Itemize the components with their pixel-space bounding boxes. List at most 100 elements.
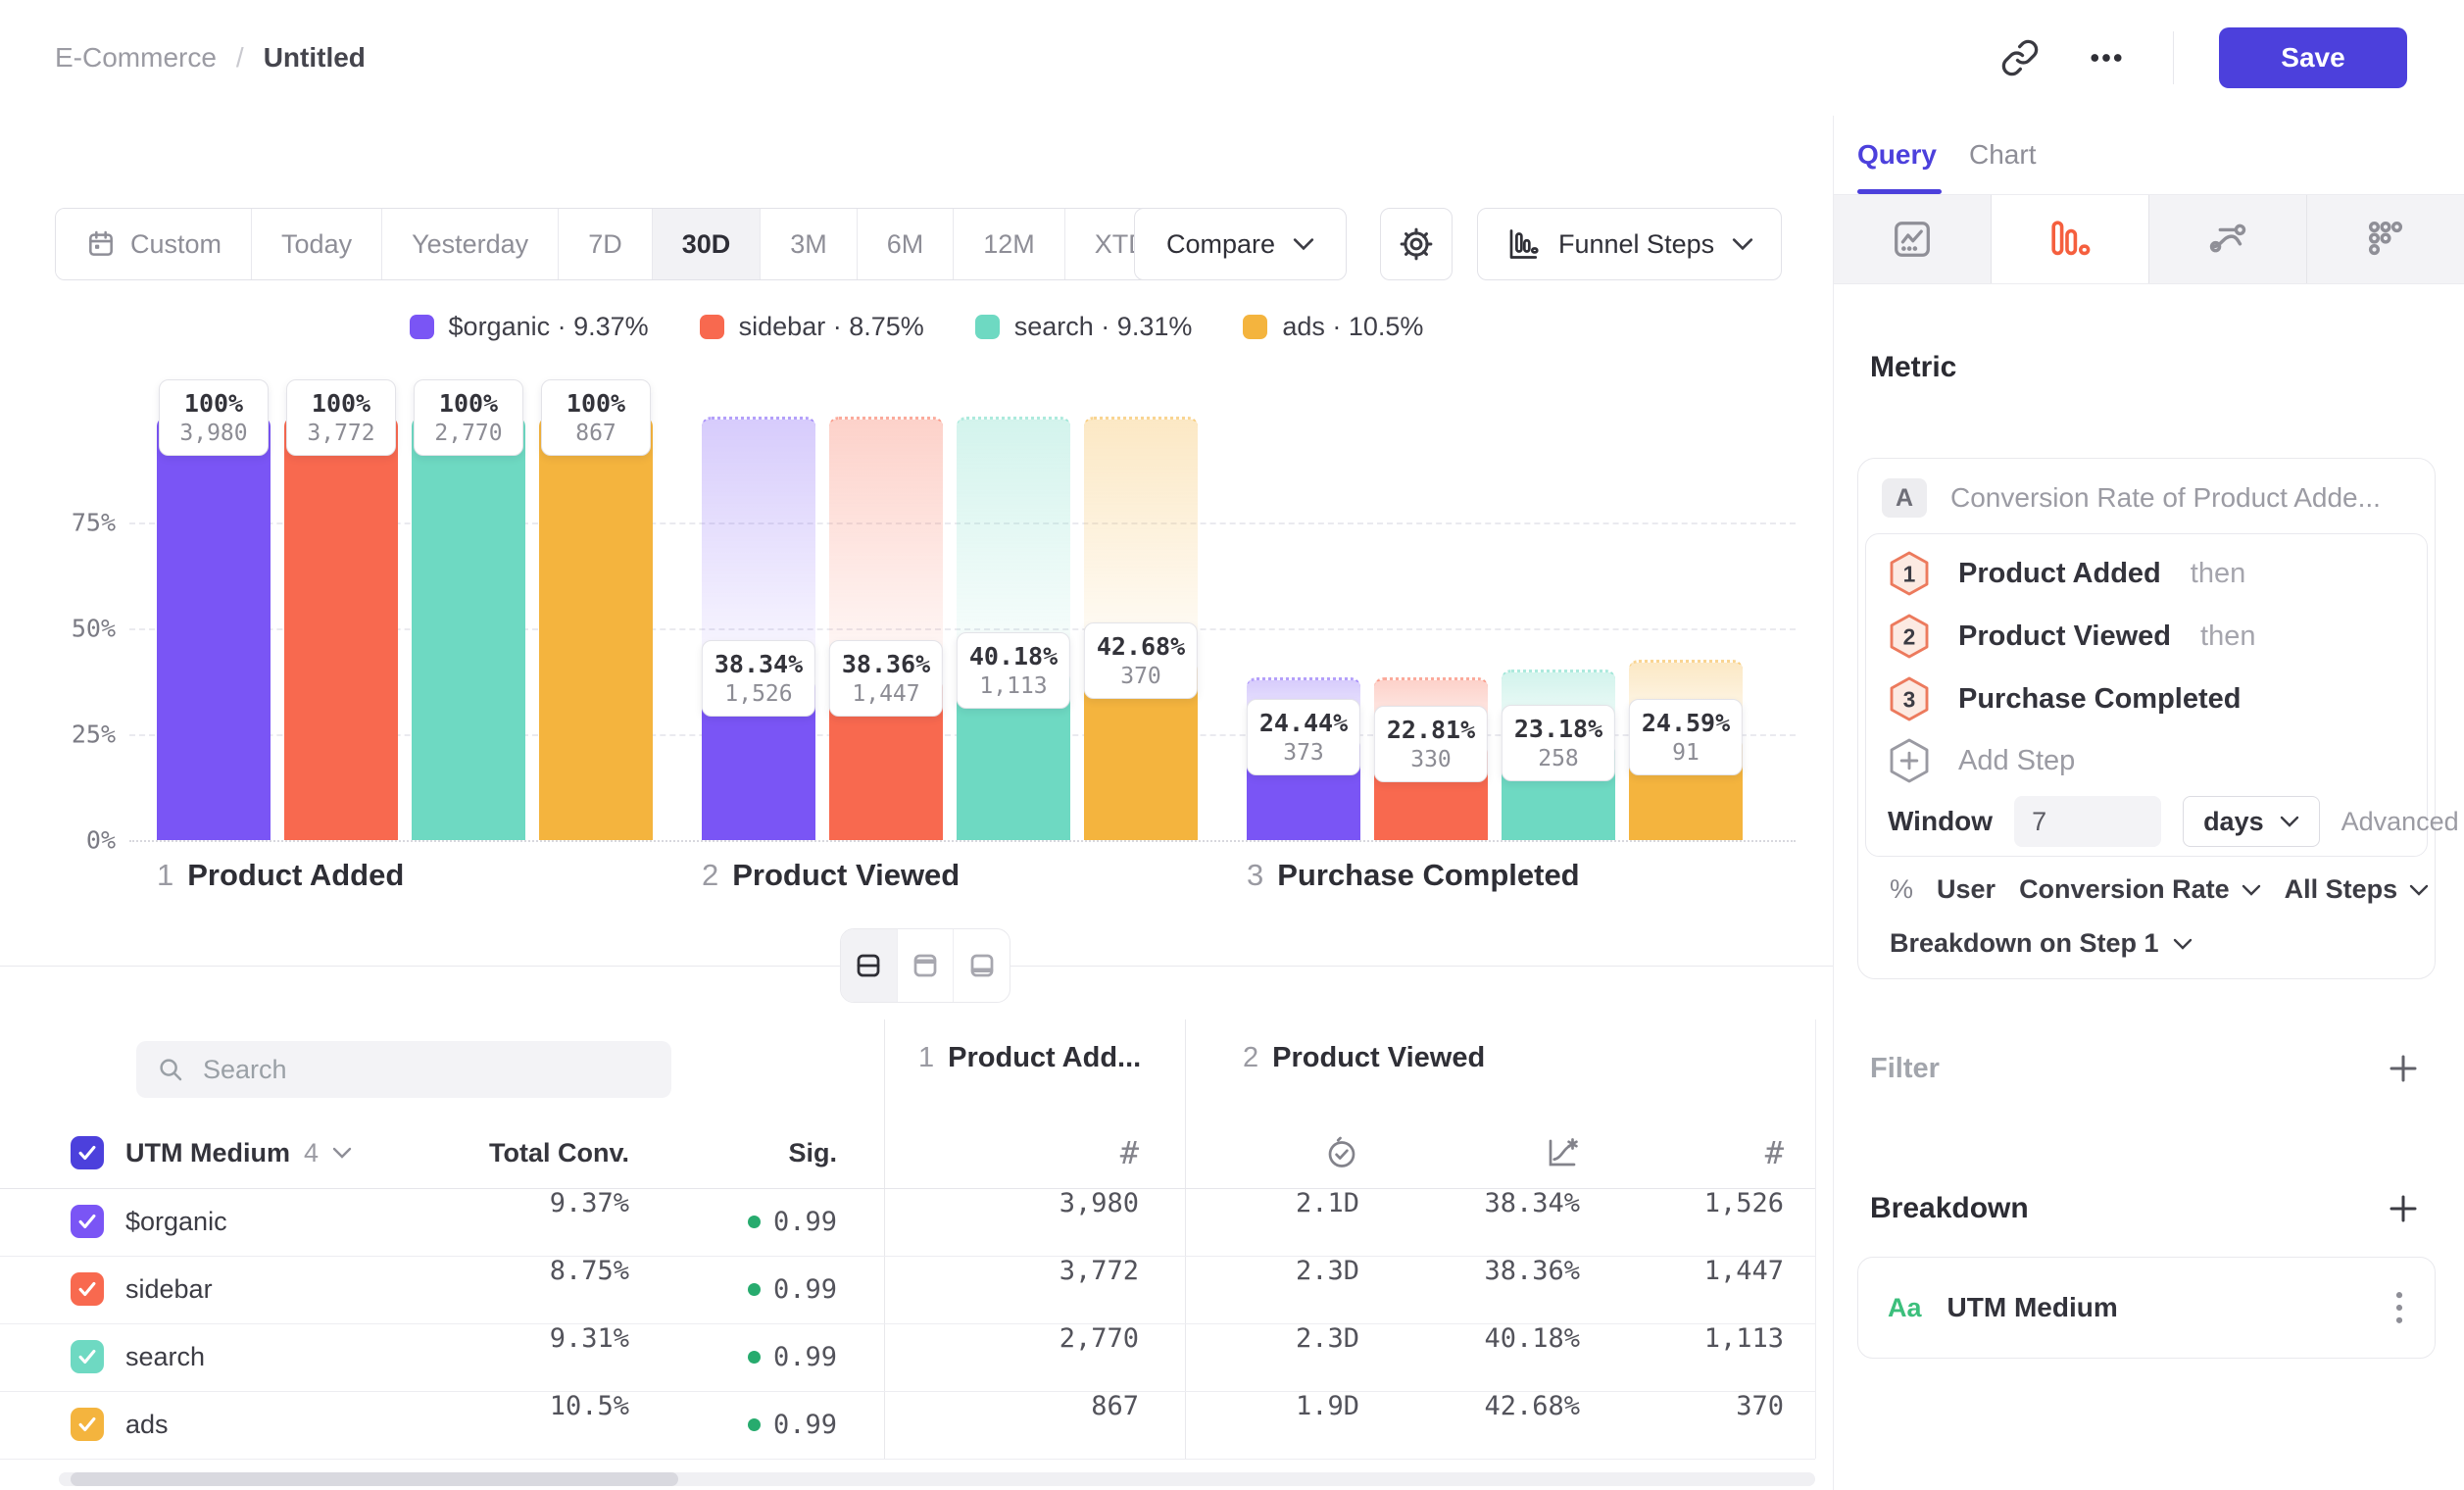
step2-count-column-header[interactable]: # bbox=[1725, 1118, 1784, 1188]
step1-count-column-header[interactable]: # bbox=[1080, 1118, 1139, 1188]
metric-step-1[interactable]: 1Product Addedthen bbox=[1866, 542, 2427, 605]
bar-pct: 40.18% bbox=[969, 640, 1058, 672]
add-breakdown-button[interactable] bbox=[2386, 1191, 2421, 1226]
cell-step2-time: 2.3D bbox=[1203, 1323, 1359, 1391]
funnel-bar-sidebar-step-3[interactable] bbox=[1374, 743, 1488, 840]
topbar: E-Commerce / Untitled Save bbox=[0, 0, 2464, 117]
breadcrumb-project[interactable]: E-Commerce bbox=[55, 42, 217, 74]
cell-step2-time: 1.9D bbox=[1203, 1391, 1359, 1459]
breakdown-on-step-select[interactable]: Breakdown on Step 1 bbox=[1890, 928, 2193, 959]
step-number: 1 bbox=[918, 1042, 934, 1073]
date-range-7d[interactable]: 7D bbox=[558, 209, 652, 279]
copy-link-button[interactable] bbox=[2000, 38, 2040, 77]
step-number: 2 bbox=[702, 858, 718, 892]
more-menu-button[interactable] bbox=[2085, 38, 2128, 77]
scrollbar-thumb[interactable] bbox=[71, 1472, 678, 1486]
window-value-input[interactable] bbox=[2014, 796, 2161, 847]
breakdown-heading: Breakdown bbox=[1870, 1192, 2029, 1225]
report-pane: CustomTodayYesterday7D30D3M6M12MXTD Comp… bbox=[0, 116, 1833, 1490]
plus-icon bbox=[2386, 1191, 2421, 1226]
cell-step2-count: 1,113 bbox=[1627, 1323, 1784, 1391]
add-filter-button[interactable] bbox=[2386, 1051, 2421, 1086]
save-button[interactable]: Save bbox=[2219, 27, 2407, 88]
date-range-30d[interactable]: 30D bbox=[652, 209, 761, 279]
step2-rate-column-header[interactable] bbox=[1521, 1118, 1580, 1188]
metric-step-2[interactable]: 2Product Viewedthen bbox=[1866, 605, 2427, 668]
step-name: Product Viewed bbox=[732, 858, 960, 892]
step2-time-column-header[interactable] bbox=[1301, 1118, 1359, 1188]
table-step1-group-header: 1Product Add... bbox=[918, 1042, 1141, 1074]
dots-grid-icon bbox=[2363, 217, 2408, 262]
tab-retention[interactable] bbox=[2307, 195, 2464, 283]
date-range-12m[interactable]: 12M bbox=[953, 209, 1064, 279]
funnel-bar-search-step-2[interactable] bbox=[957, 670, 1070, 840]
layout-chart-only-button[interactable] bbox=[897, 929, 954, 1002]
measure-metric-select[interactable]: Conversion Rate bbox=[2019, 874, 2261, 905]
funnel-bar-organic-step-2[interactable] bbox=[702, 677, 815, 840]
legend-swatch bbox=[1243, 315, 1267, 339]
advanced-toggle[interactable]: Advanced bbox=[2341, 807, 2464, 837]
legend-swatch bbox=[975, 315, 1000, 339]
legend-swatch bbox=[410, 315, 434, 339]
date-range-yesterday[interactable]: Yesterday bbox=[381, 209, 558, 279]
funnel-ghost-bar bbox=[1084, 417, 1198, 660]
funnel-bar-organic-step-1[interactable] bbox=[157, 417, 271, 840]
funnel-bar-search-step-3[interactable] bbox=[1502, 742, 1615, 840]
breadcrumb-title[interactable]: Untitled bbox=[264, 42, 366, 74]
funnel-bar-search-step-1[interactable] bbox=[412, 417, 525, 840]
compare-button[interactable]: Compare bbox=[1134, 208, 1347, 280]
significance-dot bbox=[748, 1216, 761, 1228]
search-input[interactable] bbox=[201, 1054, 652, 1086]
breakdown-item[interactable]: Aa UTM Medium bbox=[1857, 1257, 2436, 1359]
legend-item-ads[interactable]: ads · 10.5% bbox=[1243, 312, 1423, 342]
date-range-3m[interactable]: 3M bbox=[760, 209, 857, 279]
date-range-today[interactable]: Today bbox=[251, 209, 381, 279]
visualization-select[interactable]: Funnel Steps bbox=[1477, 208, 1782, 280]
row-checkbox[interactable] bbox=[71, 1340, 104, 1373]
row-label: ads bbox=[125, 1391, 169, 1459]
metric-step-3[interactable]: 3Purchase Completed bbox=[1866, 668, 2427, 730]
row-checkbox[interactable] bbox=[71, 1205, 104, 1238]
funnel-bar-ads-step-3[interactable] bbox=[1629, 736, 1743, 840]
funnel-bar-sidebar-step-1[interactable] bbox=[284, 417, 398, 840]
date-range-label: 7D bbox=[588, 229, 622, 260]
significance-value: 0.99 bbox=[773, 1207, 837, 1237]
legend-item-sidebar[interactable]: sidebar · 8.75% bbox=[700, 312, 924, 342]
step-then-text: then bbox=[2200, 621, 2255, 653]
layout-table-only-button[interactable] bbox=[953, 929, 1010, 1002]
date-range-custom[interactable]: Custom bbox=[56, 209, 251, 279]
calendar-icon bbox=[85, 228, 117, 260]
funnel-bar-organic-step-3[interactable] bbox=[1247, 736, 1360, 840]
legend-item-organic[interactable]: $organic · 9.37% bbox=[410, 312, 649, 342]
steps-scope-select[interactable]: All Steps bbox=[2285, 874, 2430, 905]
date-range-6m[interactable]: 6M bbox=[857, 209, 954, 279]
y-axis-tick: 0% bbox=[86, 826, 116, 855]
metric-series-row[interactable]: A Conversion Rate of Product Adde... bbox=[1882, 478, 2381, 518]
tab-flows[interactable] bbox=[2149, 195, 2307, 283]
legend-label: search · 9.31% bbox=[1014, 312, 1193, 342]
horizontal-scrollbar[interactable] bbox=[59, 1472, 1815, 1486]
tab-query[interactable]: Query bbox=[1857, 116, 1937, 194]
entity-select[interactable]: User bbox=[1937, 874, 1996, 905]
tab-chart[interactable]: Chart bbox=[1969, 116, 2036, 194]
breakdown-item-menu-button[interactable] bbox=[2393, 1290, 2405, 1325]
chart-settings-button[interactable] bbox=[1380, 208, 1453, 280]
legend-label: $organic · 9.37% bbox=[449, 312, 649, 342]
funnel-bar-sidebar-step-2[interactable] bbox=[829, 677, 943, 840]
filter-heading: Filter bbox=[1870, 1053, 1940, 1085]
layout-split-button[interactable] bbox=[841, 929, 897, 1002]
row-checkbox[interactable] bbox=[71, 1272, 104, 1306]
legend-item-search[interactable]: search · 9.31% bbox=[975, 312, 1193, 342]
select-all-checkbox[interactable] bbox=[71, 1136, 104, 1169]
breakdown-column-header[interactable]: UTM Medium 4 bbox=[125, 1118, 352, 1188]
total-conv-column-header[interactable]: Total Conv. bbox=[433, 1118, 629, 1188]
funnel-bar-ads-step-1[interactable] bbox=[539, 417, 653, 840]
funnel-bar-ads-step-2[interactable] bbox=[1084, 660, 1198, 840]
window-unit-select[interactable]: days bbox=[2183, 796, 2320, 847]
legend-swatch bbox=[700, 315, 724, 339]
tab-funnels[interactable] bbox=[1992, 195, 2149, 283]
add-step-row[interactable]: Add Step bbox=[1866, 730, 2427, 791]
sig-column-header[interactable]: Sig. bbox=[739, 1118, 837, 1188]
row-checkbox[interactable] bbox=[71, 1408, 104, 1441]
tab-insights[interactable] bbox=[1834, 195, 1992, 283]
